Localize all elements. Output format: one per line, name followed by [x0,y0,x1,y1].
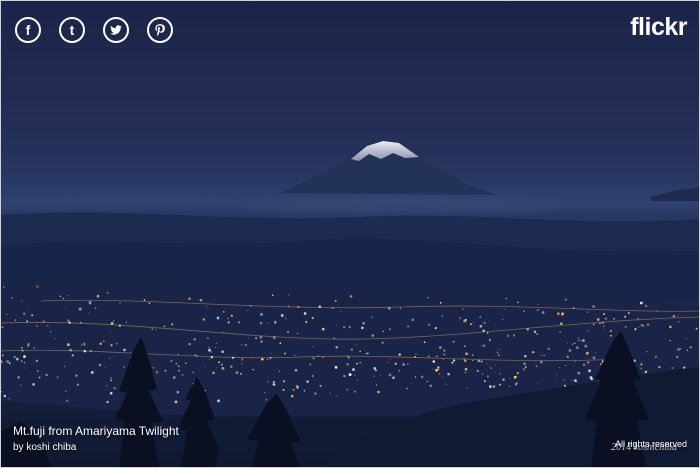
photo-author[interactable]: by koshi chiba [13,441,179,455]
twitter-bird-icon [110,25,122,35]
tumblr-icon[interactable]: t [59,17,85,43]
share-toolbar: f t [15,17,173,43]
photo-embed: f t flickr Mt.fuji from Amariyama Twilig… [0,0,700,468]
rights-notice: All rights reserved [614,439,687,449]
tumblr-glyph: t [69,22,75,38]
mt-fuji-photo[interactable] [1,1,699,467]
pinterest-icon[interactable] [147,17,173,43]
photo-title[interactable]: Mt.fuji from Amariyama Twilight [13,424,179,439]
cloud-layer [241,195,561,215]
rights-overlay: 2014 koshichiba All rights reserved [597,439,687,455]
flickr-logo[interactable]: flickr [630,13,687,42]
twitter-icon[interactable] [103,17,129,43]
pinterest-p-icon [155,24,165,37]
photo-caption: Mt.fuji from Amariyama Twilight by koshi… [13,424,179,455]
facebook-glyph: f [25,22,31,38]
facebook-icon[interactable]: f [15,17,41,43]
